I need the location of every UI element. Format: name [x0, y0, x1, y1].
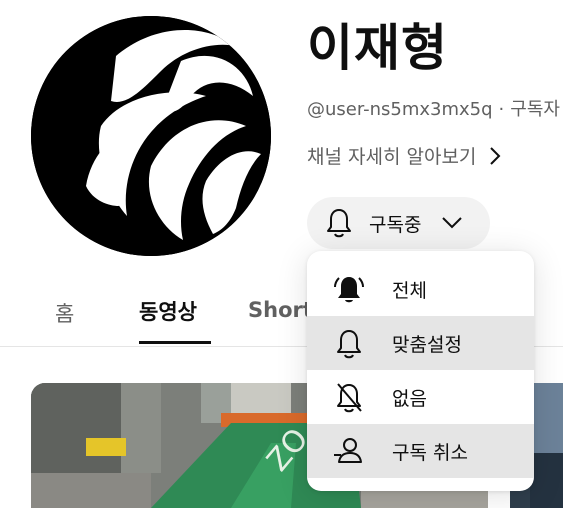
channel-avatar[interactable] — [31, 16, 271, 256]
menu-item-personalized[interactable]: 맞춤설정 — [307, 316, 534, 370]
subscribed-button[interactable]: 구독중 — [307, 197, 490, 249]
menu-item-none-label: 없음 — [392, 388, 427, 410]
meta-separator: · — [498, 99, 505, 120]
channel-meta: @user-ns5mx3mx5q · 구독자 — [307, 95, 563, 121]
bell-outline-icon — [337, 330, 361, 359]
menu-item-all[interactable]: 전체 — [307, 262, 534, 316]
person-minus-icon — [334, 438, 362, 463]
bell-off-icon — [337, 383, 362, 413]
tab-home[interactable]: 홈 — [55, 298, 74, 328]
menu-item-personalized-label: 맞춤설정 — [392, 334, 462, 356]
bell-icon — [327, 209, 351, 238]
chevron-right-icon — [490, 146, 501, 165]
menu-item-none[interactable]: 없음 — [307, 370, 534, 424]
bell-ringing-icon — [334, 277, 364, 303]
tab-videos[interactable]: 동영상 — [139, 296, 197, 326]
chevron-down-icon — [442, 217, 463, 229]
menu-item-unsubscribe-label: 구독 취소 — [392, 442, 468, 464]
subscriber-count: 구독자 — [510, 99, 560, 120]
channel-about-link[interactable]: 채널 자세히 알아보기 — [307, 142, 502, 169]
avatar-art — [31, 16, 271, 256]
active-tab-indicator — [139, 341, 211, 344]
subscribed-label: 구독중 — [369, 213, 422, 236]
menu-item-unsubscribe[interactable]: 구독 취소 — [307, 424, 534, 478]
channel-handle: @user-ns5mx3mx5q — [307, 99, 493, 120]
notification-menu: 전체 맞춤설정 없음 구독 취소 — [307, 251, 534, 491]
channel-name: 이재형 — [307, 19, 448, 77]
channel-about-label: 채널 자세히 알아보기 — [307, 146, 477, 168]
menu-item-all-label: 전체 — [392, 280, 427, 302]
